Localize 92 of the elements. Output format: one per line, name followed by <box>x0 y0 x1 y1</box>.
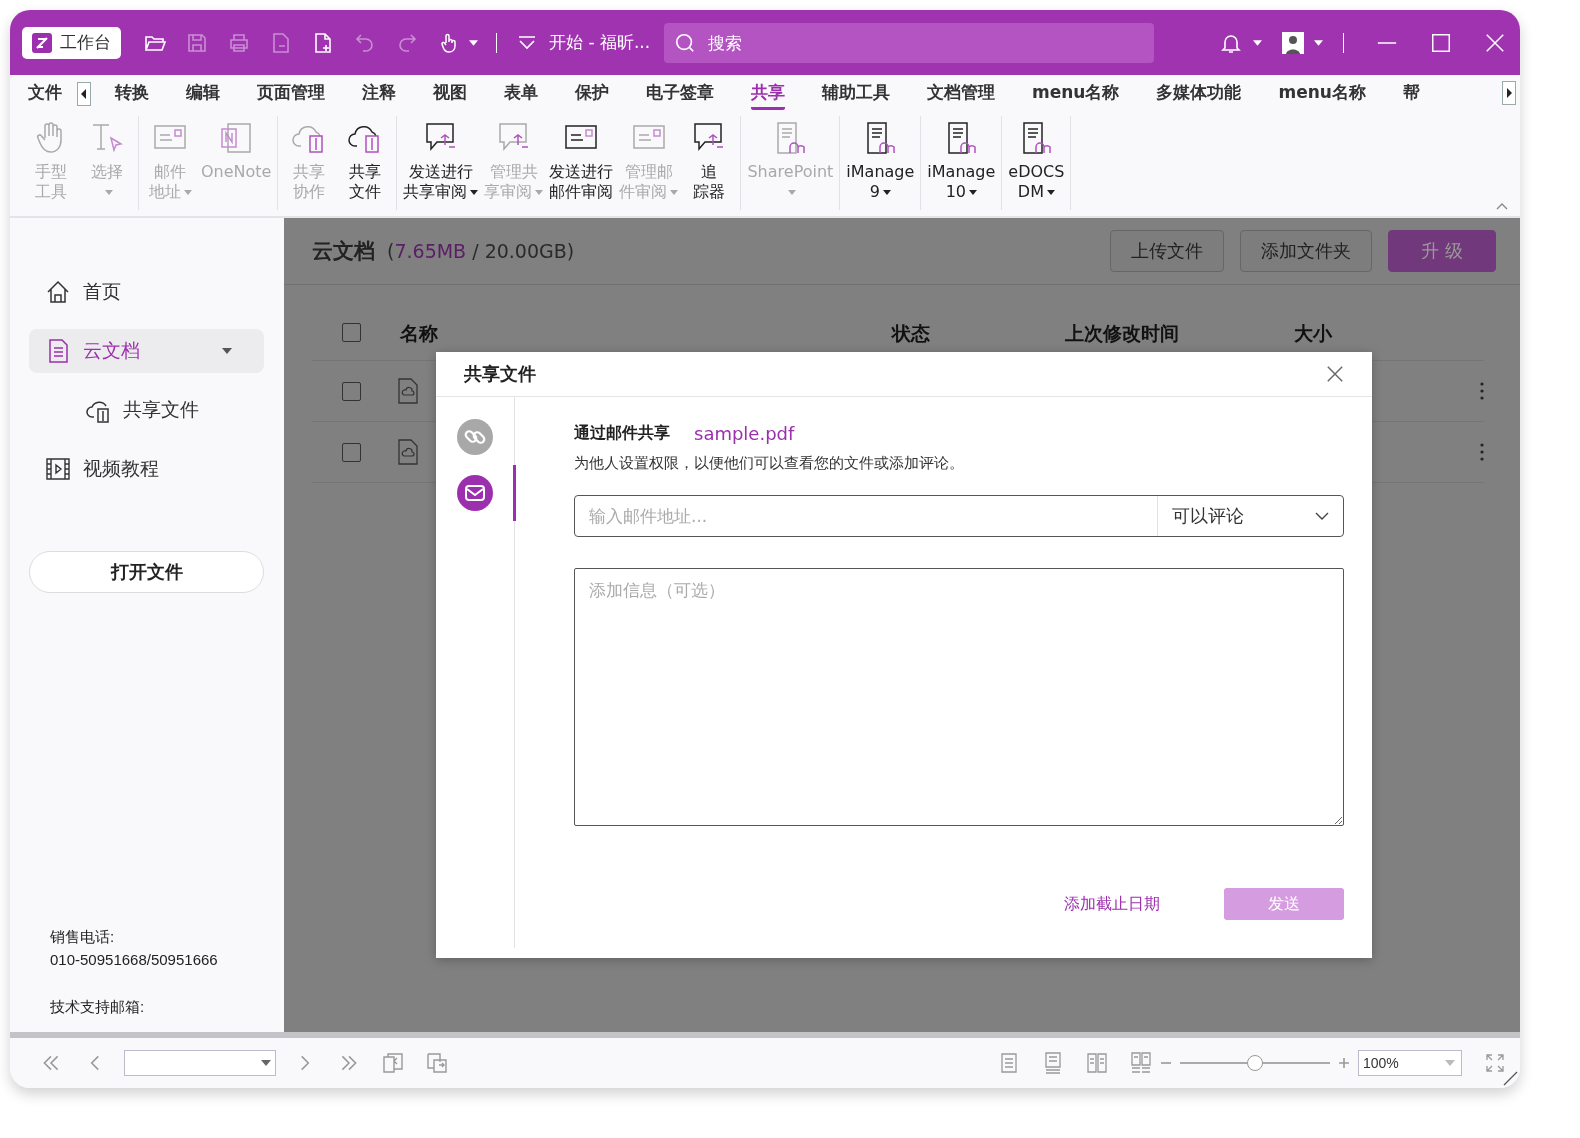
cloud-file-icon <box>397 378 419 404</box>
window-title: 开始 - 福昕... <box>549 31 651 54</box>
menu-tab[interactable]: menu名称 <box>1278 77 1366 110</box>
menu-tab[interactable]: 电子签章 <box>646 77 714 110</box>
ribbon-button[interactable]: 发送进行 共享审阅 <box>403 116 479 210</box>
email-field[interactable]: 输入邮件地址... 可以评论 <box>574 495 1344 537</box>
storage-usage-text: ( <box>387 240 395 262</box>
column-header: 上次修改时间 <box>1065 321 1179 346</box>
caret-icon <box>261 1060 271 1066</box>
menu-tab[interactable]: 保护 <box>575 77 609 110</box>
maximize-icon[interactable] <box>1430 31 1452 54</box>
sales-label: 销售电话: <box>50 927 116 947</box>
menu-tab[interactable]: 辅助工具 <box>822 77 890 110</box>
close-icon[interactable] <box>1326 365 1344 383</box>
storage-usage-text: 7.65MB <box>394 240 467 262</box>
sidebar-item[interactable]: 云文档 <box>29 329 264 373</box>
action-button[interactable]: 添加文件夹 <box>1240 230 1373 272</box>
add-deadline-link[interactable]: 添加截止日期 <box>1064 893 1160 915</box>
menu-tab[interactable]: 帮 <box>1402 77 1420 110</box>
storage-usage-text: / 20.00GB) <box>471 240 575 262</box>
menu-tab[interactable]: 页面管理 <box>257 77 325 110</box>
ribbon-button[interactable]: 发送进行 邮件审阅 <box>549 116 614 210</box>
mail-icon[interactable] <box>457 475 493 511</box>
ribbon-button[interactable]: eDOCS DM <box>1008 116 1065 210</box>
resize-grip-icon[interactable] <box>1502 1070 1518 1086</box>
caret-icon[interactable] <box>1253 39 1262 46</box>
collapse-ribbon-icon[interactable] <box>1496 202 1508 210</box>
more-icon[interactable] <box>1480 382 1484 400</box>
avatar-icon[interactable] <box>1282 31 1304 54</box>
file-name: sample.pdf <box>694 423 795 444</box>
ribbon-button[interactable]: iManage 9 <box>846 116 915 210</box>
workbench-button[interactable]: 工作台 <box>22 26 121 59</box>
sidebar-item[interactable]: 共享文件 <box>29 388 264 432</box>
zoom-field[interactable]: 100% <box>1358 1050 1462 1076</box>
continuous-page-icon[interactable] <box>1042 1052 1064 1074</box>
menu-tab[interactable]: 注释 <box>362 77 396 110</box>
column-header: 名称 <box>400 321 438 346</box>
support-label: 技术支持邮箱: <box>50 997 146 1017</box>
permission-dropdown[interactable]: 可以评论 <box>1157 496 1343 536</box>
caret-icon <box>1445 1060 1455 1066</box>
action-button[interactable]: 上传文件 <box>1110 230 1225 272</box>
caret-icon[interactable] <box>222 348 232 354</box>
close-icon[interactable] <box>1484 31 1506 54</box>
ribbon-button[interactable]: iManage 10 <box>927 116 996 210</box>
checkbox[interactable] <box>342 442 361 462</box>
two-page-continuous-icon[interactable] <box>1130 1052 1152 1074</box>
checkbox[interactable] <box>342 381 361 401</box>
page-number-field[interactable] <box>124 1050 276 1076</box>
email-input[interactable]: 输入邮件地址... <box>575 496 1157 536</box>
search-input[interactable]: 搜索 <box>706 31 1145 54</box>
sales-phone: 010-50951668/50951666 <box>50 950 219 970</box>
menu-tab[interactable]: 文档管理 <box>927 77 995 110</box>
search-field[interactable]: 搜索 <box>664 22 1155 63</box>
dialog-description: 为他人设置权限，以便他们可以查看您的文件或添加评论。 <box>574 454 965 473</box>
scroll-right-icon[interactable] <box>1502 81 1516 105</box>
page-title: 云文档 <box>312 238 375 265</box>
ribbon-button[interactable]: 共享 文件 <box>340 116 391 210</box>
menu-tab[interactable]: menu名称 <box>1032 77 1120 110</box>
previous-view-icon[interactable] <box>382 1052 404 1074</box>
search-icon <box>674 31 697 54</box>
column-header: 状态 <box>892 321 930 346</box>
zoom-slider-handle[interactable] <box>1247 1055 1263 1071</box>
more-icon[interactable] <box>1480 443 1484 461</box>
open-file-button[interactable]: 打开文件 <box>29 551 264 593</box>
chevron-down-icon <box>1315 512 1329 520</box>
checkbox[interactable] <box>342 323 361 342</box>
ribbon-button[interactable]: 追 踪器 <box>684 116 735 210</box>
scroll-left-icon[interactable] <box>77 81 91 106</box>
menu-tab[interactable]: 文件 <box>28 77 62 110</box>
two-page-icon[interactable] <box>1086 1052 1108 1074</box>
menu-tab[interactable]: 多媒体功能 <box>1156 77 1242 110</box>
sidebar-item[interactable]: 首页 <box>29 270 264 314</box>
caret-icon[interactable] <box>1314 39 1323 46</box>
sidebar-item[interactable]: 视频教程 <box>29 447 264 491</box>
app-logo-icon <box>32 32 52 53</box>
caret-icon[interactable] <box>469 39 478 46</box>
message-field[interactable]: 添加信息（可选） <box>574 568 1344 826</box>
menu-tab[interactable]: 视图 <box>433 77 467 110</box>
film-icon <box>45 456 71 482</box>
dialog-title: 共享文件 <box>464 362 536 386</box>
link-icon[interactable] <box>457 419 493 455</box>
menu-tab[interactable]: 编辑 <box>186 77 220 110</box>
cloud-file-icon <box>397 439 419 465</box>
zoom-in-icon[interactable] <box>1338 1057 1350 1069</box>
menu-tab[interactable]: 转换 <box>115 77 149 110</box>
share-heading: 通过邮件共享 <box>574 423 670 444</box>
single-page-icon[interactable] <box>998 1052 1020 1074</box>
home-icon <box>45 279 71 305</box>
next-view-icon[interactable] <box>426 1052 448 1074</box>
menu-tab[interactable]: 表单 <box>504 77 538 110</box>
column-header: 大小 <box>1294 321 1332 346</box>
menu-tab[interactable]: 共享 <box>751 77 785 110</box>
